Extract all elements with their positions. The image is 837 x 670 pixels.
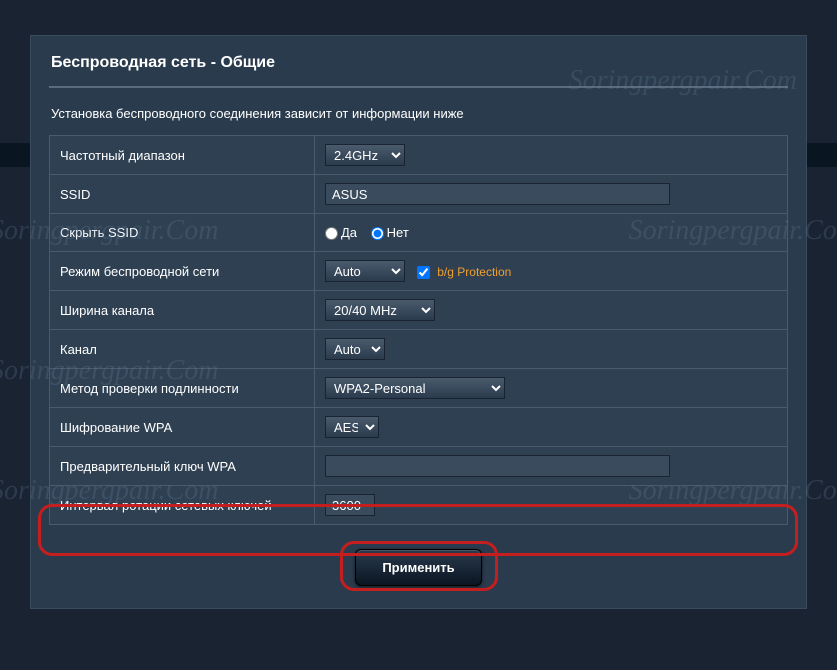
wpa-encryption-select[interactable]: AES: [325, 416, 379, 438]
ssid-input[interactable]: [325, 183, 670, 205]
row-frequency: Частотный диапазон 2.4GHz: [50, 136, 788, 175]
label-key-rotation: Интервал ротации сетевых ключей: [50, 486, 315, 525]
label-wpa-key: Предварительный ключ WPA: [50, 447, 315, 486]
row-wpa-encryption: Шифрование WPA AES: [50, 408, 788, 447]
key-rotation-input[interactable]: [325, 494, 375, 516]
radio-text-yes: Да: [341, 225, 357, 240]
page-title: Беспроводная сеть - Общие: [31, 36, 806, 80]
page-description: Установка беспроводного соединения завис…: [31, 88, 806, 135]
radio-text-no: Нет: [387, 225, 409, 240]
bg-protection-label: b/g Protection: [437, 265, 511, 279]
row-auth-method: Метод проверки подлинности WPA2-Personal: [50, 369, 788, 408]
settings-table: Частотный диапазон 2.4GHz SSID Скрыть SS…: [49, 135, 788, 525]
label-ssid: SSID: [50, 175, 315, 214]
apply-button[interactable]: Применить: [355, 549, 481, 586]
row-wireless-mode: Режим беспроводной сети Auto b/g Protect…: [50, 252, 788, 291]
label-hide-ssid: Скрыть SSID: [50, 214, 315, 252]
wireless-mode-select[interactable]: Auto: [325, 260, 405, 282]
wireless-settings-panel: Беспроводная сеть - Общие Установка бесп…: [30, 35, 807, 609]
row-key-rotation: Интервал ротации сетевых ключей: [50, 486, 788, 525]
row-wpa-key: Предварительный ключ WPA: [50, 447, 788, 486]
wpa-key-input[interactable]: [325, 455, 670, 477]
label-wireless-mode: Режим беспроводной сети: [50, 252, 315, 291]
label-wpa-encryption: Шифрование WPA: [50, 408, 315, 447]
label-channel-width: Ширина канала: [50, 291, 315, 330]
row-hide-ssid: Скрыть SSID Да Нет: [50, 214, 788, 252]
hide-ssid-yes-label[interactable]: Да: [325, 225, 357, 240]
frequency-select[interactable]: 2.4GHz: [325, 144, 405, 166]
channel-select[interactable]: Auto: [325, 338, 385, 360]
hide-ssid-no-radio[interactable]: [371, 227, 384, 240]
auth-method-select[interactable]: WPA2-Personal: [325, 377, 505, 399]
hide-ssid-yes-radio[interactable]: [325, 227, 338, 240]
label-frequency: Частотный диапазон: [50, 136, 315, 175]
hide-ssid-no-label[interactable]: Нет: [371, 225, 409, 240]
label-channel: Канал: [50, 330, 315, 369]
row-channel: Канал Auto: [50, 330, 788, 369]
apply-container: Применить: [31, 539, 806, 608]
bg-protection-checkbox[interactable]: [417, 266, 430, 279]
channel-width-select[interactable]: 20/40 MHz: [325, 299, 435, 321]
row-channel-width: Ширина канала 20/40 MHz: [50, 291, 788, 330]
label-auth-method: Метод проверки подлинности: [50, 369, 315, 408]
row-ssid: SSID: [50, 175, 788, 214]
